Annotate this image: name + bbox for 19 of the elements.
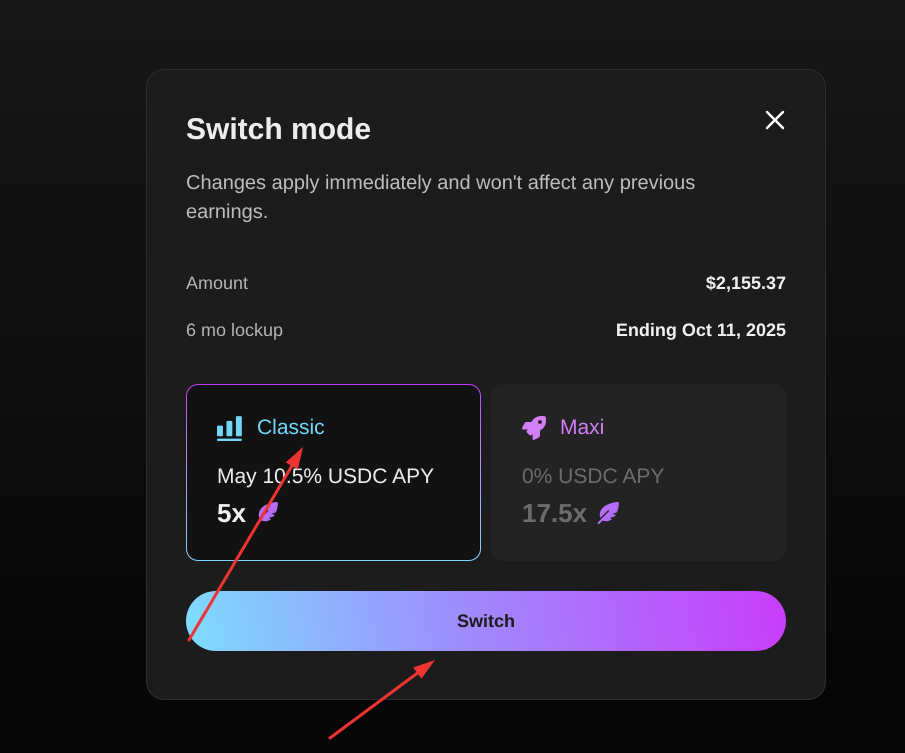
dialog-description: Changes apply immediately and won't affect any previous earnings. (186, 171, 696, 225)
detail-value: Ending Oct 11, 2025 (616, 319, 786, 342)
mode-card[interactable]: Maxi 0% USDC APY 17.5x (491, 384, 786, 561)
close-button[interactable] (764, 109, 786, 131)
apy-text: 0% USDC APY (522, 464, 666, 490)
switch-button[interactable]: Switch (186, 591, 786, 651)
multiplier-text: 17.5x (522, 497, 588, 529)
feather-icon (597, 502, 620, 524)
detail-value: $2,155.37 (706, 272, 786, 295)
detail-label: 6 mo lockup (186, 319, 284, 342)
multiplier-text: 5x (217, 497, 246, 529)
feather-icon (256, 502, 278, 524)
dialog-title: Switch mode (186, 113, 372, 147)
mode-name: Maxi (560, 415, 604, 441)
close-icon (765, 110, 785, 130)
rocket-icon (522, 416, 546, 440)
bar-chart-icon (217, 415, 243, 441)
mode-name: Classic (257, 415, 325, 441)
detail-label: Amount (186, 272, 248, 295)
